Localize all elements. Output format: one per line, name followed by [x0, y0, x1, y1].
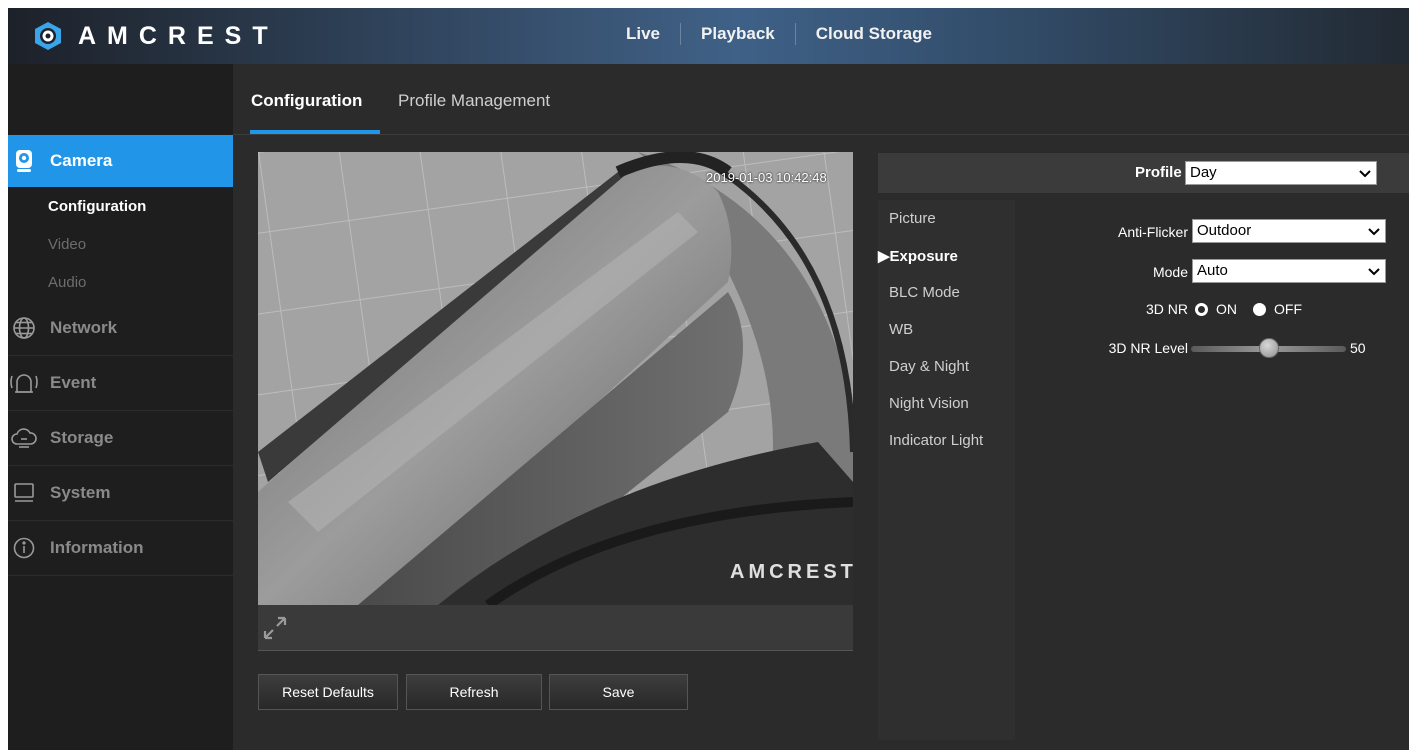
- info-icon: [8, 532, 40, 564]
- sidebar-subitem-video[interactable]: Video: [8, 225, 233, 263]
- nav-playback[interactable]: Playback: [681, 24, 795, 44]
- top-header: AMCREST Live Playback Cloud Storage: [8, 8, 1409, 64]
- monitor-icon: [8, 477, 40, 509]
- nav-divider: [794, 23, 796, 45]
- mode-label: Mode: [1152, 264, 1188, 280]
- active-arrow-icon: ▶: [878, 248, 890, 265]
- cloud-storage-icon: [8, 422, 40, 454]
- active-tab-indicator: [250, 130, 380, 134]
- sidebar-item-label: Camera: [50, 151, 113, 170]
- 3d-nr-level-slider-handle[interactable]: [1258, 338, 1279, 358]
- sidebar-subitem-configuration[interactable]: Configuration: [8, 187, 233, 225]
- sidebar-item-information[interactable]: Information: [8, 521, 233, 576]
- 3d-nr-level-value: 50: [1350, 340, 1366, 356]
- live-video-preview[interactable]: 2019-01-03 10:42:48 AMCREST: [258, 152, 853, 605]
- menu-item-indicator-light[interactable]: Indicator Light: [889, 432, 983, 449]
- top-nav: Live Playback Cloud Storage: [606, 8, 952, 60]
- sidebar-subitem-audio[interactable]: Audio: [8, 263, 233, 301]
- nav-cloud-storage[interactable]: Cloud Storage: [796, 24, 952, 44]
- tab-bar: Configuration Profile Management: [233, 64, 1409, 135]
- anti-flicker-select[interactable]: Outdoor: [1192, 219, 1386, 243]
- video-timestamp: 2019-01-03 10:42:48: [706, 170, 827, 185]
- sidebar-item-label: Network: [50, 318, 118, 337]
- profile-select[interactable]: Day: [1185, 161, 1377, 185]
- sidebar-item-label: System: [50, 483, 111, 502]
- menu-item-wb[interactable]: WB: [889, 321, 913, 338]
- sidebar-item-label: Information: [50, 538, 144, 557]
- save-button[interactable]: Save: [549, 674, 688, 710]
- network-globe-icon: [8, 312, 40, 344]
- sidebar-spacer: [8, 64, 233, 135]
- mode-select[interactable]: Auto: [1192, 259, 1386, 283]
- 3d-nr-on-label: ON: [1216, 301, 1237, 317]
- camera-submenu: Configuration Video Audio: [8, 187, 233, 301]
- menu-item-night-vision[interactable]: Night Vision: [889, 395, 969, 412]
- nav-divider: [680, 23, 682, 45]
- video-toolbar: [258, 605, 853, 651]
- 3d-nr-label: 3D NR: [1145, 301, 1188, 317]
- reset-defaults-button[interactable]: Reset Defaults: [258, 674, 398, 710]
- app-frame: AMCREST Live Playback Cloud Storage Came…: [8, 8, 1409, 750]
- 3d-nr-off-label: OFF: [1274, 301, 1302, 317]
- fullscreen-icon[interactable]: [262, 615, 288, 641]
- anti-flicker-label: Anti-Flicker: [1117, 224, 1188, 240]
- 3d-nr-level-label: 3D NR Level: [1108, 340, 1188, 356]
- settings-menu: Picture ▶Exposure BLC Mode WB Day & Nigh…: [878, 200, 1015, 740]
- chevron-down-icon: [1359, 170, 1371, 178]
- chevron-down-icon: [1368, 268, 1380, 276]
- profile-bar: Profile Day: [878, 153, 1409, 193]
- sidebar-item-event[interactable]: Event: [8, 356, 233, 411]
- tab-profile-management[interactable]: Profile Management: [398, 91, 550, 111]
- sidebar: Camera Configuration Video Audio Network: [8, 64, 243, 750]
- tab-configuration[interactable]: Configuration: [251, 91, 362, 111]
- sidebar-item-storage[interactable]: Storage: [8, 411, 233, 466]
- menu-item-exposure[interactable]: ▶Exposure: [878, 247, 958, 265]
- sidebar-item-network[interactable]: Network: [8, 301, 233, 356]
- alarm-icon: [8, 367, 40, 399]
- refresh-button[interactable]: Refresh: [406, 674, 542, 710]
- chevron-down-icon: [1368, 228, 1380, 236]
- profile-label: Profile: [1135, 164, 1182, 181]
- mode-value: Auto: [1197, 262, 1228, 279]
- video-watermark: AMCREST: [730, 561, 853, 583]
- menu-item-exposure-label: Exposure: [889, 248, 958, 265]
- sidebar-item-label: Event: [50, 373, 97, 392]
- nav-live[interactable]: Live: [606, 24, 680, 44]
- menu-item-day-night[interactable]: Day & Night: [889, 358, 969, 375]
- profile-select-value: Day: [1190, 164, 1217, 181]
- 3d-nr-off-radio[interactable]: [1253, 303, 1266, 316]
- 3d-nr-on-radio[interactable]: [1195, 303, 1208, 316]
- amcrest-logo: AMCREST: [34, 21, 279, 51]
- sidebar-item-label: Storage: [50, 428, 114, 447]
- anti-flicker-value: Outdoor: [1197, 222, 1252, 239]
- video-frame-image: [258, 152, 853, 605]
- menu-item-blc-mode[interactable]: BLC Mode: [889, 284, 960, 301]
- amcrest-logo-icon: [35, 22, 61, 50]
- sidebar-item-camera[interactable]: Camera: [8, 135, 243, 187]
- camera-icon: [8, 145, 40, 177]
- menu-item-picture[interactable]: Picture: [889, 210, 936, 227]
- sidebar-item-system[interactable]: System: [8, 466, 233, 521]
- main-content: Configuration Profile Management 2019-01…: [233, 64, 1409, 750]
- logo-text: AMCREST: [78, 21, 279, 50]
